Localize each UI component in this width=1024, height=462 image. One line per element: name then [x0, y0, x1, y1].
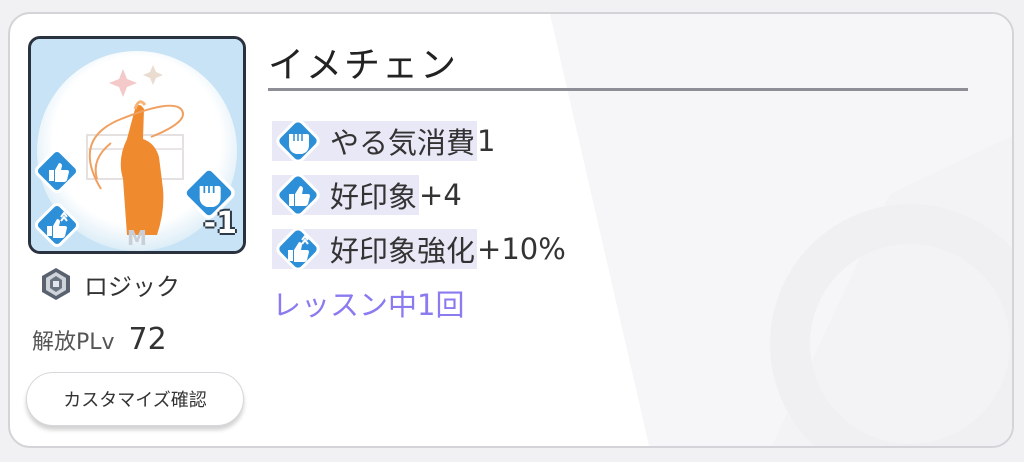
plv-label: 解放PLv: [32, 330, 115, 355]
thumbs-up-icon: [34, 148, 80, 194]
unlock-level-row: 解放PLv 72: [32, 322, 167, 357]
logic-plan-icon: [42, 268, 70, 300]
effect-row-good-impression-boost: 好印象強化 +10%: [272, 226, 566, 272]
effect-keyword: 好印象: [330, 180, 418, 214]
thumbs-up-boost-icon: [276, 227, 320, 271]
effect-row-motivation: やる気消費 1: [272, 118, 495, 164]
effect-value: 1: [477, 124, 496, 158]
customize-button[interactable]: カスタマイズ確認: [26, 372, 244, 426]
lesson-condition: レッスン中1回: [272, 288, 465, 322]
card-title: イメチェン: [268, 45, 459, 86]
skill-card-panel: M -1 ロジック 解放PLv 72 カスタマイズ確認 イメチェン やる気消費 …: [8, 12, 1014, 448]
cost-badge: -1: [203, 206, 237, 241]
plan-type-row: ロジック: [38, 266, 180, 302]
effect-value: +10%: [477, 232, 566, 266]
effect-keyword: やる気消費: [330, 126, 476, 160]
svg-text:M: M: [127, 226, 147, 250]
thumbs-up-icon: [276, 173, 320, 217]
fist-icon: [276, 119, 320, 163]
effect-keyword: 好印象強化: [330, 234, 476, 268]
effect-value: +4: [419, 178, 462, 212]
effect-row-good-impression: 好印象 +4: [272, 172, 462, 218]
title-divider: [268, 88, 968, 91]
plan-label: ロジック: [84, 272, 180, 301]
plv-value: 72: [128, 322, 167, 357]
card-thumbnail[interactable]: M -1: [28, 36, 246, 254]
thumbs-up-boost-icon: [34, 202, 80, 248]
